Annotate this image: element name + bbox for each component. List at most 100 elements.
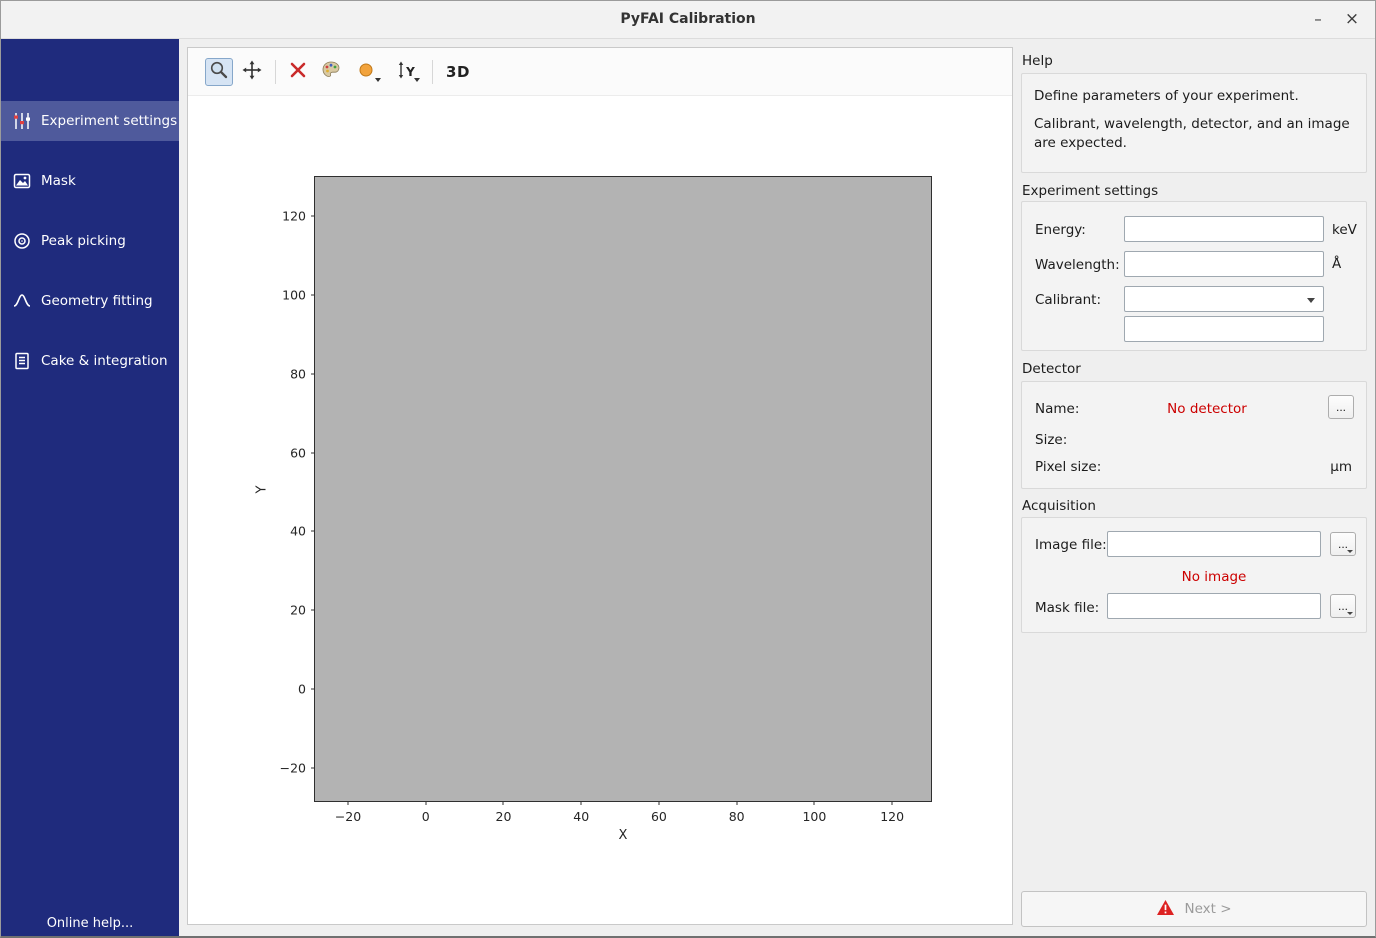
energy-label: Energy: — [1035, 222, 1086, 238]
sidebar-item-label: Peak picking — [41, 233, 126, 249]
y-axis-orientation-button[interactable]: Y — [389, 58, 423, 86]
experiment-settings-section-title: Experiment settings — [1022, 183, 1158, 199]
sidebar-item-label: Cake & integration — [41, 353, 168, 369]
sidebar: Experiment settings Mask Peak picking — [1, 39, 179, 938]
x-tick-label: 60 — [651, 809, 667, 824]
calibrant-filter-field[interactable] — [1124, 316, 1324, 342]
help-box: Define parameters of your experiment. Ca… — [1021, 73, 1367, 173]
experiment-settings-box: Energy: keV Wavelength: Å Calibrant: — [1021, 201, 1367, 351]
x-tick-mark — [348, 801, 349, 805]
y-tick-mark — [311, 767, 315, 768]
document-lines-icon — [12, 351, 32, 371]
sidebar-item-mask[interactable]: Mask — [1, 161, 179, 201]
x-tick-label: 40 — [573, 809, 589, 824]
next-button-label: Next > — [1184, 901, 1231, 917]
mask-file-browse-button[interactable]: ... — [1330, 594, 1356, 618]
y-tick-label: 120 — [282, 209, 306, 224]
sidebar-item-geometry-fitting[interactable]: Geometry fitting — [1, 281, 179, 321]
vertical-arrows-icon — [397, 61, 405, 83]
image-file-browse-button[interactable]: ... — [1330, 532, 1356, 556]
wavelength-field[interactable] — [1124, 251, 1324, 277]
energy-unit: keV — [1332, 222, 1357, 238]
energy-field[interactable] — [1124, 216, 1324, 242]
sidebar-item-experiment-settings[interactable]: Experiment settings — [1, 101, 179, 141]
help-paragraph-2: Calibrant, wavelength, detector, and an … — [1034, 115, 1354, 154]
window-title: PyFAI Calibration — [1, 1, 1375, 38]
wavelength-label: Wavelength: — [1035, 257, 1120, 273]
titlebar: PyFAI Calibration – × — [1, 1, 1375, 39]
pixel-size-unit: µm — [1330, 459, 1352, 475]
browse-label: ... — [1338, 599, 1348, 613]
mask-file-field[interactable] — [1107, 593, 1321, 619]
detector-name-label: Name: — [1035, 401, 1079, 417]
image-status: No image — [1107, 569, 1321, 585]
x-tick-mark — [814, 801, 815, 805]
sidebar-item-label: Experiment settings — [41, 113, 177, 129]
x-tick-label: 0 — [422, 809, 430, 824]
acquisition-box: Image file: ... No image Mask file: ... — [1021, 517, 1367, 633]
y-tick-label: 40 — [290, 524, 306, 539]
y-tick-mark — [311, 295, 315, 296]
x-tick-mark — [658, 801, 659, 805]
colormap-button[interactable] — [317, 58, 345, 86]
sliders-icon — [12, 111, 32, 131]
x-tick-label: 100 — [802, 809, 826, 824]
detector-name-value: No detector — [1092, 401, 1322, 417]
3d-view-button[interactable]: 3D — [441, 58, 475, 86]
online-help-link[interactable]: Online help... — [1, 916, 179, 931]
warning-triangle-icon — [1156, 899, 1175, 920]
y-tick-label: 100 — [282, 288, 306, 303]
plot-area[interactable]: X Y −20020406080100120−20020406080100120 — [314, 176, 932, 802]
y-tick-mark — [311, 688, 315, 689]
y-axis-title: Y — [254, 485, 269, 493]
sidebar-item-cake-integration[interactable]: Cake & integration — [1, 341, 179, 381]
y-tick-label: −20 — [280, 760, 306, 775]
next-button[interactable]: Next > — [1021, 891, 1367, 927]
y-tick-mark — [311, 452, 315, 453]
plot-panel: Y 3D X Y −20020406080100120−200204060801… — [187, 47, 1013, 925]
close-button[interactable]: × — [1337, 1, 1367, 39]
x-tick-label: 120 — [880, 809, 904, 824]
mask-image-icon — [12, 171, 32, 191]
y-tick-label: 20 — [290, 603, 306, 618]
detector-browse-button[interactable]: ... — [1328, 395, 1354, 419]
app-window: PyFAI Calibration – × Experiment setting… — [0, 0, 1376, 938]
marker-style-button[interactable] — [350, 58, 384, 86]
acquisition-section-title: Acquisition — [1022, 498, 1096, 514]
help-section-title: Help — [1022, 53, 1053, 69]
x-tick-label: 20 — [496, 809, 512, 824]
x-tick-label: −20 — [335, 809, 361, 824]
image-file-field[interactable] — [1107, 531, 1321, 557]
detector-box: Name: No detector ... Size: Pixel size: … — [1021, 381, 1367, 489]
magnifier-icon — [209, 60, 229, 84]
chevron-down-icon — [1307, 298, 1315, 303]
y-tick-label: 0 — [298, 681, 306, 696]
orange-dot-icon — [357, 60, 377, 84]
detector-section-title: Detector — [1022, 361, 1081, 377]
help-paragraph-1: Define parameters of your experiment. — [1034, 87, 1354, 107]
detector-pixel-size-label: Pixel size: — [1035, 459, 1101, 475]
y-tick-mark — [311, 610, 315, 611]
x-axis-title: X — [619, 828, 628, 843]
move-arrows-icon — [242, 60, 262, 84]
zoom-button[interactable] — [205, 58, 233, 86]
x-tick-mark — [581, 801, 582, 805]
calibrant-select[interactable] — [1124, 286, 1324, 312]
red-cross-icon — [288, 60, 308, 84]
plot-toolbar: Y 3D — [188, 48, 1012, 96]
mask-file-label: Mask file: — [1035, 600, 1099, 616]
wavelength-unit: Å — [1332, 256, 1341, 272]
sidebar-item-peak-picking[interactable]: Peak picking — [1, 221, 179, 261]
crosshair-button[interactable] — [284, 58, 312, 86]
y-tick-mark — [311, 531, 315, 532]
x-tick-label: 80 — [729, 809, 745, 824]
y-tick-mark — [311, 216, 315, 217]
pan-button[interactable] — [238, 58, 266, 86]
x-tick-mark — [736, 801, 737, 805]
image-file-label: Image file: — [1035, 537, 1107, 553]
minimize-button[interactable]: – — [1303, 1, 1333, 39]
detector-size-label: Size: — [1035, 432, 1067, 448]
x-tick-mark — [892, 801, 893, 805]
dropdown-arrow-icon — [1347, 550, 1353, 553]
y-tick-label: 60 — [290, 445, 306, 460]
